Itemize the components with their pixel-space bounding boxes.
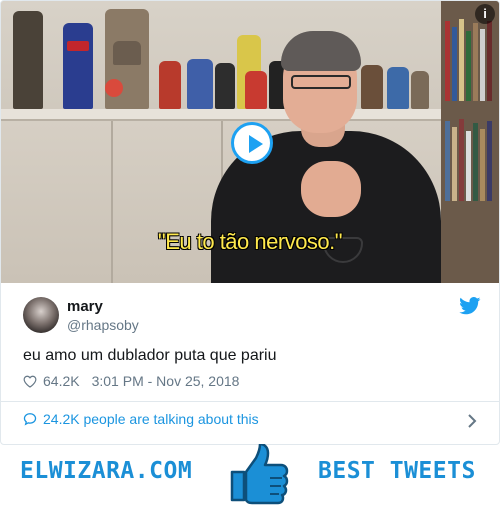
shelf	[1, 109, 441, 121]
play-button[interactable]	[231, 122, 273, 164]
toy-figure	[159, 61, 181, 109]
twitter-bird-icon[interactable]	[459, 297, 481, 315]
toy-figure	[361, 65, 383, 109]
toy-figure	[13, 11, 43, 109]
conversation-text: 24.2K people are talking about this	[43, 411, 259, 427]
embedded-tweet-card: i "Eu to tão nervoso." mary @rhapsoby eu…	[0, 0, 500, 445]
video-thumbnail[interactable]: i "Eu to tão nervoso."	[1, 1, 499, 283]
toy-figure	[387, 67, 409, 109]
info-icon[interactable]: i	[475, 4, 495, 24]
toy-figure	[411, 71, 429, 109]
person-glasses	[291, 75, 351, 89]
toy-figure	[245, 71, 267, 109]
tweet-timestamp[interactable]: 3:01 PM - Nov 25, 2018	[92, 373, 240, 389]
toy-figure-detail	[67, 41, 89, 51]
toy-figure	[105, 79, 123, 97]
thumbs-up-icon	[230, 444, 289, 505]
like-count[interactable]: 64.2K	[43, 373, 80, 389]
video-subtitle: "Eu to tão nervoso."	[157, 229, 343, 254]
person-hands	[301, 161, 361, 217]
chevron-right-icon[interactable]	[465, 413, 479, 429]
toy-figure	[215, 63, 235, 109]
tweet-text: eu amo um dublador puta que pariu	[23, 347, 277, 364]
heart-icon[interactable]	[23, 375, 37, 388]
display-name[interactable]: mary	[67, 298, 103, 315]
speech-bubble-icon	[23, 413, 37, 426]
site-name: ELWIZARA.COM	[20, 458, 193, 484]
divider	[1, 401, 499, 402]
toy-figure	[63, 23, 93, 109]
toy-figure-detail	[113, 41, 141, 65]
play-icon	[249, 135, 263, 153]
banner-tagline: BEST TWEETS	[318, 458, 476, 484]
toy-figure	[187, 59, 213, 109]
cabinet-seam	[111, 121, 113, 283]
avatar[interactable]	[23, 297, 59, 333]
conversation-link[interactable]: 24.2K people are talking about this	[23, 411, 259, 427]
tweet-meta: 64.2K 3:01 PM - Nov 25, 2018	[23, 373, 239, 389]
user-handle[interactable]: @rhapsoby	[67, 317, 139, 333]
